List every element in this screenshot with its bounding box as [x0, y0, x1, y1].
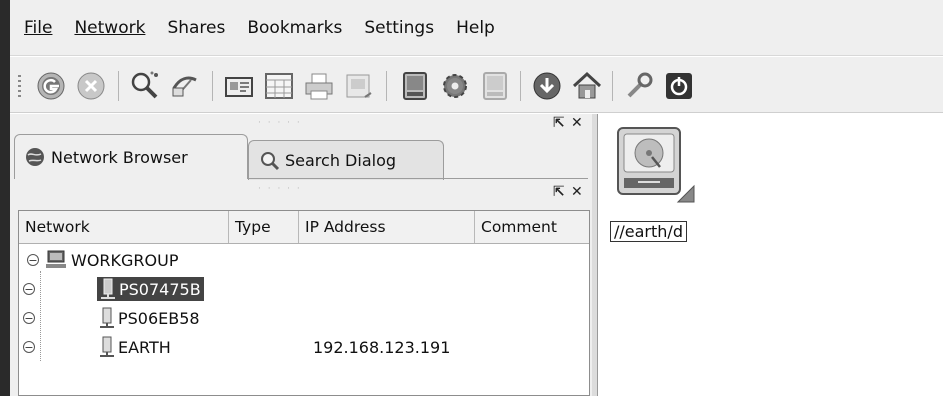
tree-item-host[interactable]: EARTH [99, 333, 171, 361]
toolbar-separator [386, 71, 387, 101]
collapse-toggle[interactable]: − [23, 312, 35, 324]
host-name: PS07475B [119, 279, 201, 299]
menu-help[interactable]: Help [456, 18, 495, 38]
remount-icon[interactable] [168, 69, 202, 103]
toolbar-separator [520, 71, 521, 101]
toolbar-grip[interactable] [18, 75, 21, 97]
configure-icon[interactable] [438, 69, 472, 103]
column-comment[interactable]: Comment [475, 211, 589, 243]
close-dock-button[interactable]: ✕ [571, 115, 583, 131]
search-icon[interactable] [128, 69, 162, 103]
tree-item-workgroup[interactable]: − WORKGROUP [27, 246, 179, 274]
column-type[interactable]: Type [229, 211, 299, 243]
menu-network-label: Network [74, 17, 146, 38]
print-icon[interactable] [302, 69, 336, 103]
menu-bookmarks[interactable]: Bookmarks [247, 18, 342, 38]
inner-undock-button[interactable]: ⇱ [553, 184, 565, 200]
menu-settings[interactable]: Settings [364, 18, 434, 38]
menu-file-label: File [24, 17, 53, 38]
tree-header: Network Type IP Address Comment [19, 211, 589, 244]
menu-bar: File Network Shares Bookmarks Settings H… [10, 0, 943, 56]
tree-item-host[interactable]: PS06EB58 [99, 304, 200, 332]
host-name: PS06EB58 [118, 308, 200, 328]
collapse-toggle[interactable]: − [27, 254, 39, 266]
host-ip-address: 192.168.123.191 [313, 337, 451, 357]
menu-shares[interactable]: Shares [167, 18, 225, 38]
dock-grip[interactable]: · · · · · [258, 118, 302, 128]
inner-close-button[interactable]: ✕ [571, 184, 583, 200]
tree-line [40, 271, 41, 361]
tools-icon[interactable] [622, 69, 656, 103]
window-edge [0, 0, 10, 396]
host-name: EARTH [118, 337, 171, 357]
tab-search-dialog-label: Search Dialog [285, 151, 397, 170]
abort-icon[interactable] [74, 69, 108, 103]
tab-search-dialog[interactable]: Search Dialog [248, 140, 444, 180]
host-icon [101, 278, 115, 299]
inner-dock-grip[interactable]: · · · · · [258, 184, 302, 194]
tab-network-browser[interactable]: Network Browser [14, 134, 248, 179]
column-ip-address[interactable]: IP Address [299, 211, 475, 243]
home-icon[interactable] [570, 69, 604, 103]
workgroup-icon [46, 250, 66, 268]
toolbar-separator [118, 71, 119, 101]
undock-button[interactable]: ⇱ [553, 115, 565, 131]
tree-item-host-selected[interactable]: PS07475B [97, 275, 204, 303]
toolbar-separator [612, 71, 613, 101]
tab-network-browser-label: Network Browser [51, 147, 188, 167]
search-icon [261, 151, 280, 170]
network-browser-dock: · · · · · ⇱ ✕ Network Browser Search Dia… [10, 114, 592, 396]
toolbar-separator [212, 71, 213, 101]
menu-network[interactable]: Network [74, 18, 145, 38]
hard-drive-icon [617, 127, 695, 203]
network-tree-view[interactable]: Network Type IP Address Comment − WORKGR… [18, 210, 590, 396]
power-icon[interactable] [662, 69, 696, 103]
host-icon [100, 336, 114, 357]
collapse-toggle[interactable]: − [23, 283, 35, 295]
drive-icon[interactable] [398, 69, 432, 103]
drive-disabled-icon[interactable] [478, 69, 512, 103]
custom-view-icon[interactable] [262, 69, 296, 103]
download-icon[interactable] [530, 69, 564, 103]
toolbar [10, 57, 943, 113]
workgroup-name: WORKGROUP [71, 250, 179, 270]
host-icon [100, 307, 114, 328]
column-network[interactable]: Network [19, 211, 229, 243]
globe-icon [26, 148, 44, 166]
scan-network-icon[interactable] [34, 69, 68, 103]
selection-highlight: PS07475B [97, 277, 204, 301]
mount-dialog-icon[interactable] [222, 69, 256, 103]
shares-view[interactable]: //earth/d [598, 114, 943, 396]
preview-icon[interactable] [342, 69, 376, 103]
share-item[interactable] [614, 124, 698, 212]
menu-file[interactable]: File [24, 18, 52, 38]
collapse-toggle[interactable]: − [23, 341, 35, 353]
share-label: //earth/d [610, 221, 687, 242]
